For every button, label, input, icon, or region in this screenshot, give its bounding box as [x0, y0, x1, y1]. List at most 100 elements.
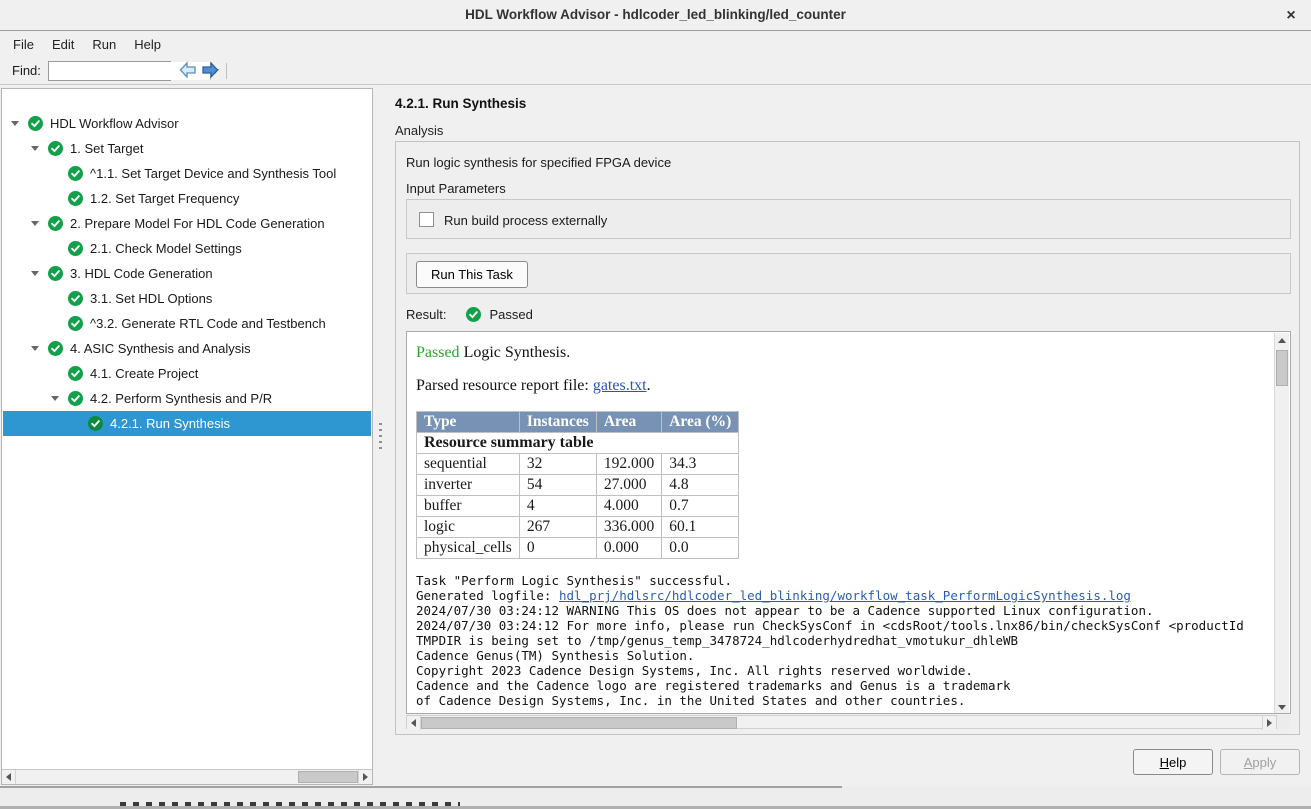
tree-item-hdl-code-generation[interactable]: 3. HDL Code Generation	[3, 261, 371, 286]
expander-icon[interactable]	[31, 146, 48, 151]
menu-run[interactable]: Run	[83, 34, 125, 55]
menu-file[interactable]: File	[4, 34, 43, 55]
report-hscroll-thumb[interactable]	[421, 717, 737, 729]
cell-area-pct: 60.1	[662, 517, 739, 538]
log-line: Cadence and the Cadence logo are registe…	[416, 678, 1272, 693]
log-line: 2024/07/30 03:24:12 WARNING This OS does…	[416, 603, 1272, 618]
run-this-task-button[interactable]: Run This Task	[416, 261, 528, 288]
cell-instances: 4	[519, 496, 596, 517]
synthesis-log: Task "Perform Logic Synthesis" successfu…	[416, 573, 1272, 708]
scroll-left-icon[interactable]	[407, 716, 421, 730]
tree-item-check-model-settings[interactable]: 2.1. Check Model Settings	[3, 236, 371, 261]
check-icon	[68, 391, 83, 406]
tree-item-asic-synthesis[interactable]: 4. ASIC Synthesis and Analysis	[3, 336, 371, 361]
help-button-label: Help	[1160, 755, 1187, 770]
tree-item-label: 2.1. Check Model Settings	[90, 241, 242, 256]
panel-splitter[interactable]	[373, 85, 390, 786]
table-row: logic 267 336.000 60.1	[417, 517, 739, 538]
find-previous-button[interactable]	[178, 60, 198, 80]
cell-instances: 267	[519, 517, 596, 538]
table-header-row: Type Instances Area Area (%)	[417, 412, 739, 433]
parsed-prefix: Parsed resource report file:	[416, 377, 593, 394]
splitter-grip-icon[interactable]	[379, 423, 382, 449]
scroll-up-icon[interactable]	[1275, 333, 1289, 347]
gates-txt-link[interactable]: gates.txt	[593, 377, 647, 394]
table-row: buffer 4 4.000 0.7	[417, 496, 739, 517]
scrollbar-corner	[1277, 715, 1291, 729]
check-icon	[48, 266, 63, 281]
report-parsed-line: Parsed resource report file: gates.txt.	[416, 377, 1272, 395]
help-button[interactable]: Help	[1133, 749, 1213, 775]
tree-item-label: HDL Workflow Advisor	[50, 116, 179, 131]
cell-area-pct: 0.0	[662, 538, 739, 559]
col-header-instances: Instances	[519, 412, 596, 433]
tree-item-label: ^3.2. Generate RTL Code and Testbench	[90, 316, 326, 331]
table-row: physical_cells 0 0.000 0.0	[417, 538, 739, 559]
col-header-area-pct: Area (%)	[662, 412, 739, 433]
tree-item-generate-rtl-code[interactable]: ^3.2. Generate RTL Code and Testbench	[3, 311, 371, 336]
expander-icon[interactable]	[31, 271, 48, 276]
tree-horizontal-scrollbar[interactable]	[2, 769, 372, 784]
run-externally-checkbox[interactable]	[419, 212, 434, 227]
check-icon	[68, 316, 83, 331]
tree-item-label: 3.1. Set HDL Options	[90, 291, 212, 306]
cell-area: 4.000	[596, 496, 661, 517]
analysis-box: Run logic synthesis for specified FPGA d…	[395, 141, 1300, 735]
tree-item-label: 4. ASIC Synthesis and Analysis	[70, 341, 251, 356]
menu-help[interactable]: Help	[125, 34, 170, 55]
scroll-right-icon[interactable]	[358, 770, 372, 784]
tree-item-run-synthesis[interactable]: 4.2.1. Run Synthesis	[3, 411, 371, 436]
tree-item-create-project[interactable]: 4.1. Create Project	[3, 361, 371, 386]
cell-type: inverter	[417, 475, 520, 496]
cell-area-pct: 4.8	[662, 475, 739, 496]
report-passed-line: Passed Logic Synthesis.	[416, 344, 1272, 362]
find-label: Find:	[12, 63, 41, 78]
expander-icon[interactable]	[31, 221, 48, 226]
cell-type: sequential	[417, 454, 520, 475]
scroll-right-icon[interactable]	[1262, 716, 1276, 730]
scroll-down-icon[interactable]	[1275, 700, 1289, 714]
cell-area: 0.000	[596, 538, 661, 559]
table-title: Resource summary table	[417, 433, 739, 454]
tree-hscroll-thumb[interactable]	[298, 771, 358, 783]
cell-instances: 32	[519, 454, 596, 475]
menu-edit[interactable]: Edit	[43, 34, 83, 55]
check-icon	[48, 216, 63, 231]
expander-icon[interactable]	[11, 121, 28, 126]
apply-button[interactable]: Apply	[1220, 749, 1300, 775]
scroll-left-icon[interactable]	[2, 770, 16, 784]
report-vertical-scrollbar[interactable]	[1274, 333, 1289, 714]
logfile-link[interactable]: hdl_prj/hdlsrc/hdlcoder_led_blinking/wor…	[559, 588, 1131, 603]
check-icon	[88, 416, 103, 431]
cell-type: logic	[417, 517, 520, 538]
tree-item-set-target-device[interactable]: ^1.1. Set Target Device and Synthesis To…	[3, 161, 371, 186]
tree-item-set-target[interactable]: 1. Set Target	[3, 136, 371, 161]
parsed-suffix: .	[647, 377, 651, 394]
check-icon	[68, 191, 83, 206]
passed-check-icon	[466, 307, 481, 322]
cell-area: 27.000	[596, 475, 661, 496]
input-parameters-box: Run build process externally	[406, 199, 1291, 239]
tree-item-label: 4.1. Create Project	[90, 366, 198, 381]
menu-bar: File Edit Run Help	[0, 32, 1311, 57]
tree-item-set-hdl-options[interactable]: 3.1. Set HDL Options	[3, 286, 371, 311]
find-combobox	[48, 61, 171, 81]
log-line: Task "Perform Logic Synthesis" successfu…	[416, 573, 1272, 588]
close-icon[interactable]: ×	[1281, 6, 1301, 26]
page-title: 4.2.1. Run Synthesis	[395, 96, 526, 111]
find-next-button[interactable]	[200, 60, 220, 80]
task-description: Run logic synthesis for specified FPGA d…	[406, 155, 671, 170]
expander-icon[interactable]	[31, 346, 48, 351]
report-horizontal-scrollbar[interactable]	[406, 715, 1277, 729]
log-line-with-link: Generated logfile: hdl_prj/hdlsrc/hdlcod…	[416, 588, 1272, 603]
cell-area-pct: 34.3	[662, 454, 739, 475]
tree-item-set-target-frequency[interactable]: 1.2. Set Target Frequency	[3, 186, 371, 211]
cell-instances: 0	[519, 538, 596, 559]
report-vscroll-thumb[interactable]	[1276, 350, 1288, 386]
workflow-tree: HDL Workflow Advisor 1. Set Target ^1.1.…	[3, 89, 371, 436]
table-row: inverter 54 27.000 4.8	[417, 475, 739, 496]
tree-item-hdl-workflow-advisor[interactable]: HDL Workflow Advisor	[3, 111, 371, 136]
expander-icon[interactable]	[51, 396, 68, 401]
tree-item-prepare-model[interactable]: 2. Prepare Model For HDL Code Generation	[3, 211, 371, 236]
tree-item-perform-synthesis-pr[interactable]: 4.2. Perform Synthesis and P/R	[3, 386, 371, 411]
